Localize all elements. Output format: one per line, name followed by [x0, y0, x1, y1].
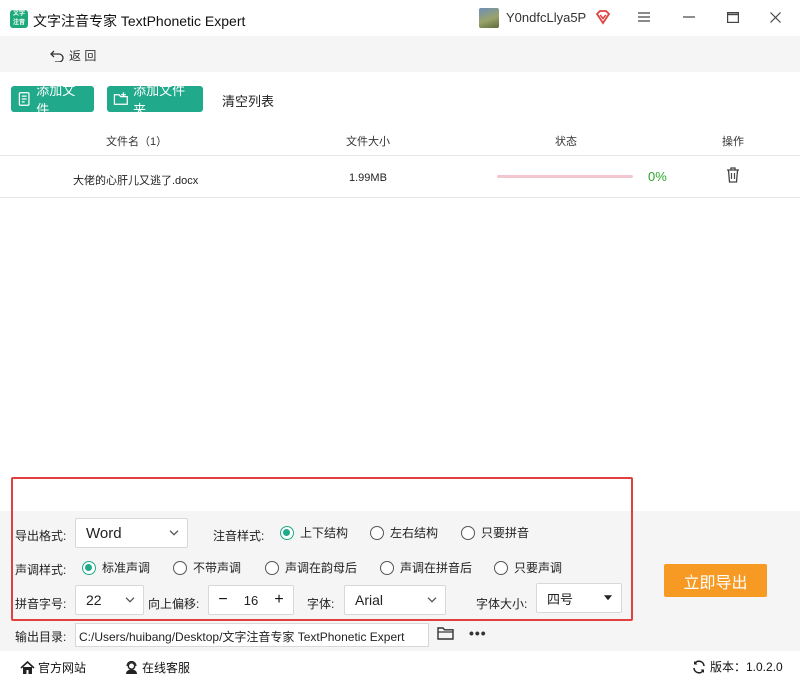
file-size: 1.99MB: [349, 172, 387, 184]
radio-label: 只要声调: [514, 561, 563, 575]
radio-label: 标准声调: [102, 561, 151, 575]
progress-bar: [497, 175, 633, 178]
back-label: 返 回: [69, 49, 97, 63]
offset-stepper[interactable]: − 16 +: [208, 585, 294, 615]
radio-label: 只要拼音: [481, 526, 530, 540]
radio-label: 声调在拼音后: [400, 561, 473, 575]
radio-dot: [280, 525, 294, 540]
radio-dot: [380, 560, 394, 575]
add-file-label: 添加文件: [36, 83, 76, 117]
chevron-down-icon: [169, 530, 179, 536]
column-header-action: 操作: [722, 136, 744, 148]
customer-service-icon: [126, 660, 137, 674]
username[interactable]: Y0ndfcLlya5P: [506, 10, 586, 25]
close-icon[interactable]: [764, 6, 786, 28]
radio-label: 声调在韵母后: [285, 561, 358, 575]
radio-tone-none[interactable]: 不带声调: [173, 559, 241, 576]
progress-percent: 0%: [648, 169, 667, 184]
radio-label: 不带声调: [193, 561, 242, 575]
title-bar: 文字 注音 文字注音专家 TextPhonetic Expert Y0ndfcLl…: [0, 0, 800, 36]
radio-tone-only[interactable]: 只要声调: [494, 559, 562, 576]
add-folder-icon: [113, 92, 128, 105]
official-site-label: 官方网站: [38, 661, 87, 675]
pinyin-size-value: 22: [86, 592, 102, 608]
file-name: 大佬的心肝儿又逃了.docx: [73, 175, 199, 187]
tone-style-label: 声调样式:: [15, 563, 67, 577]
nav-bar: 返 回: [0, 36, 800, 72]
radio-label: 左右结构: [390, 526, 439, 540]
export-now-button[interactable]: 立即导出: [664, 564, 767, 597]
folder-open-icon[interactable]: [437, 626, 455, 641]
output-dir-label: 输出目录:: [15, 630, 67, 644]
chevron-down-icon: [125, 597, 135, 603]
radio-dot: [461, 525, 475, 540]
radio-dot: [265, 560, 279, 575]
back-button[interactable]: 返 回: [50, 47, 96, 64]
radio-label: 上下结构: [300, 526, 349, 540]
increment-button[interactable]: +: [271, 591, 287, 609]
radio-dot: [494, 560, 508, 575]
font-size-value: 四号: [547, 591, 574, 607]
footer: 官方网站 在线客服 版本：1.0.2.0: [0, 651, 800, 680]
file-table-header: 文件名（1） 文件大小 状态 操作: [0, 122, 800, 156]
minimize-icon[interactable]: [678, 6, 700, 28]
clear-list-button[interactable]: 清空列表: [222, 91, 274, 110]
maximize-icon[interactable]: [722, 6, 744, 28]
radio-dot: [370, 525, 384, 540]
export-format-label: 导出格式:: [15, 529, 67, 543]
radio-tone-after-pinyin[interactable]: 声调在拼音后: [380, 559, 472, 576]
decrement-button[interactable]: −: [215, 591, 231, 609]
more-options-icon[interactable]: •••: [469, 625, 487, 641]
radio-tone-standard[interactable]: 标准声调: [82, 559, 150, 576]
caret-down-icon: [604, 595, 612, 601]
export-format-select[interactable]: Word: [75, 518, 188, 548]
offset-value[interactable]: 16: [244, 593, 258, 608]
refresh-icon: [693, 659, 705, 674]
home-icon: [20, 660, 35, 674]
offset-label: 向上偏移:: [148, 597, 200, 611]
chevron-down-icon: [427, 597, 437, 603]
toolbar: 添加文件 添加文件夹 清空列表: [0, 72, 800, 122]
add-folder-label: 添加文件夹: [133, 83, 186, 117]
font-value: Arial: [355, 592, 384, 608]
annotation-style-label: 注音样式:: [213, 529, 265, 543]
menu-icon[interactable]: [633, 6, 655, 28]
avatar[interactable]: [479, 8, 499, 28]
font-size-label: 字体大小:: [476, 597, 528, 611]
column-header-status: 状态: [555, 136, 577, 148]
add-folder-button[interactable]: 添加文件夹: [107, 83, 203, 117]
radio-dot: [173, 560, 187, 575]
back-arrow-icon: [50, 50, 64, 62]
font-label: 字体:: [307, 597, 335, 611]
radio-annotation-horizontal[interactable]: 左右结构: [370, 524, 438, 541]
version-label: 版本：1.0.2.0: [710, 660, 783, 674]
official-site-link[interactable]: 官方网站: [20, 659, 86, 676]
add-file-button[interactable]: 添加文件: [11, 83, 94, 117]
output-path-field[interactable]: C:/Users/huibang/Desktop/文字注音专家 TextPhon…: [75, 623, 429, 647]
pinyin-size-select[interactable]: 22: [75, 585, 144, 615]
radio-dot: [82, 560, 96, 575]
vip-diamond-icon[interactable]: [594, 8, 612, 26]
trash-icon[interactable]: [725, 166, 741, 184]
radio-annotation-vertical[interactable]: 上下结构: [280, 524, 348, 541]
export-format-value: Word: [86, 524, 122, 542]
radio-tone-after-final[interactable]: 声调在韵母后: [265, 559, 357, 576]
app-title: 文字注音专家 TextPhonetic Expert: [33, 13, 246, 29]
radio-annotation-pinyin-only[interactable]: 只要拼音: [461, 524, 529, 541]
add-file-icon: [18, 92, 30, 106]
version-info[interactable]: 版本：1.0.2.0: [692, 658, 783, 675]
column-header-name: 文件名（1）: [106, 136, 168, 148]
pinyin-size-label: 拼音字号:: [15, 597, 67, 611]
online-service-link[interactable]: 在线客服: [124, 659, 190, 676]
font-select[interactable]: Arial: [344, 585, 446, 615]
column-header-size: 文件大小: [346, 136, 390, 148]
font-size-select[interactable]: 四号: [536, 583, 622, 613]
app-logo: 文字 注音: [10, 10, 28, 28]
table-row[interactable]: 大佬的心肝儿又逃了.docx 1.99MB 0%: [0, 157, 800, 198]
online-service-label: 在线客服: [142, 661, 191, 675]
